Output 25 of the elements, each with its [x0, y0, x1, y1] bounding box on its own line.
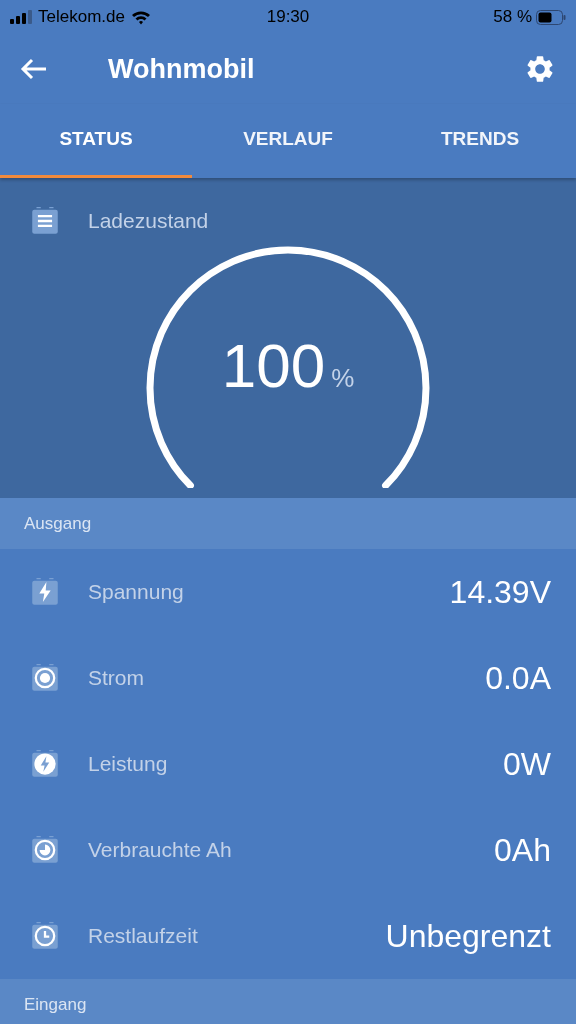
wifi-icon — [130, 9, 151, 25]
row-label: Leistung — [88, 752, 169, 776]
charge-value: 100 — [221, 330, 326, 401]
battery-percent: 58 % — [493, 7, 532, 27]
signal-icon — [10, 10, 32, 24]
row-label: Strom — [88, 666, 145, 690]
row-value: 0W — [503, 745, 551, 783]
tab[interactable]: TRENDS — [384, 104, 576, 178]
clock-time: 19:30 — [266, 7, 310, 27]
page-title: Wohnmobil — [108, 53, 256, 85]
row-value: 0.0A — [485, 659, 551, 697]
row-value: Unbegrenzt — [385, 917, 551, 955]
carrier-name: Telekom.de — [38, 7, 125, 27]
row-value: 14.39V — [449, 573, 551, 611]
charge-unit: % — [331, 363, 355, 394]
row-value: 0Ah — [494, 831, 551, 869]
gauge-label: Ladezustand — [88, 209, 209, 233]
section-header: Ausgang — [0, 498, 576, 549]
row-label: Verbrauchte Ah — [88, 838, 233, 862]
tab[interactable]: VERLAUF — [192, 104, 384, 178]
battery-icon — [536, 9, 566, 25]
section-header: Eingang — [0, 979, 576, 1024]
back-arrow-icon[interactable] — [20, 57, 48, 81]
row-label: Restlaufzeit — [88, 924, 199, 948]
row-label: Spannung — [88, 580, 185, 604]
